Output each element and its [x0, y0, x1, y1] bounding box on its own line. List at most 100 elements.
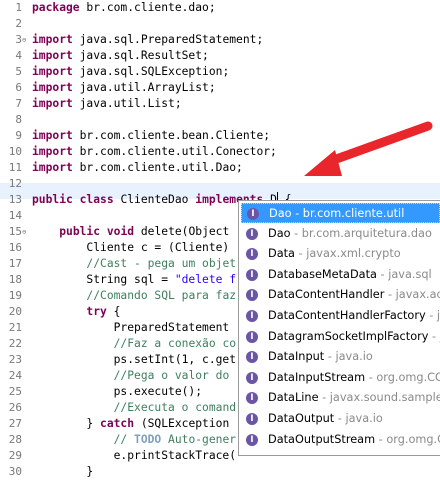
interface-icon: I [246, 330, 258, 343]
code-line[interactable]: import java.sql.PreparedStatement; [32, 32, 263, 48]
fold-toggle-icon[interactable]: ⊖ [22, 224, 28, 240]
autocomplete-item-label: Data - javax.xml.crypto [268, 244, 401, 264]
line-number: 1 [15, 1, 22, 14]
code-line[interactable]: public void delete(Object [32, 224, 229, 240]
type-name: DatagramSocketImplFactory [268, 329, 429, 343]
package-name: - org.omg.COR [368, 370, 440, 384]
autocomplete-item-label: Dao - br.com.arquitetura.dao [268, 224, 432, 244]
fold-toggle-icon[interactable]: ⊖ [22, 32, 28, 48]
code-token: ClienteDao [113, 193, 196, 206]
line-number: 26 [8, 401, 22, 414]
package-name: - javax.xml.crypto [294, 247, 401, 261]
type-name: Dao [268, 226, 291, 240]
keyword-token: class [79, 193, 114, 206]
package-name: - org.omg.CO [378, 432, 440, 446]
line-number: 3 [15, 33, 22, 46]
autocomplete-item[interactable]: I DataContentHandlerFactory - jav [241, 306, 440, 326]
autocomplete-item[interactable]: I DataOutput - java.io [241, 409, 440, 429]
interface-icon: I [246, 351, 258, 364]
autocomplete-item[interactable]: I DataOutputStream - org.omg.CO [241, 430, 440, 450]
code-line[interactable]: ps.setInt(1, c.get [32, 352, 236, 368]
autocomplete-item-label: DataContentHandler - javax.activ [268, 285, 440, 305]
line-number: 22 [8, 337, 22, 350]
code-line[interactable]: } catch (SQLException [32, 416, 229, 432]
autocomplete-item[interactable]: I DataInputStream - org.omg.COR [241, 368, 440, 388]
code-token: String sql = [32, 273, 175, 286]
interface-icon: I [246, 289, 258, 302]
autocomplete-item[interactable]: I Dao - br.com.arquitetura.dao [241, 224, 440, 244]
type-name: DataLine [268, 391, 319, 405]
autocomplete-item[interactable]: I DatagramSocketImplFactory - jav [241, 327, 440, 347]
keyword-token: import [32, 33, 73, 46]
line-number: 5 [15, 65, 22, 78]
code-line[interactable]: //Pega o valor do [32, 368, 230, 384]
code-line[interactable]: e.printStackTrace( [32, 448, 236, 464]
line-number: 4 [15, 49, 22, 62]
type-name: Data [268, 247, 295, 261]
code-line[interactable]: // TODO Auto-gener [32, 432, 236, 448]
code-token: ps.setInt(1, c.get [32, 353, 237, 366]
autocomplete-item[interactable]: I DatabaseMetaData - java.sql [241, 265, 440, 285]
code-line[interactable]: } [32, 464, 93, 480]
code-line[interactable]: //Cast - pega um objet [32, 256, 236, 272]
string-token: "delete f [174, 273, 237, 286]
code-line[interactable]: import br.com.cliente.util.Conector; [32, 144, 277, 160]
code-token: br.com.cliente.bean.Cliente; [72, 129, 271, 142]
line-number: 2 [15, 17, 22, 30]
code-line[interactable]: //Executa o comand [32, 400, 236, 416]
autocomplete-item[interactable]: I DataInput - java.io [241, 347, 440, 367]
code-token: { [106, 305, 121, 318]
code-token: br.com.cliente.dao; [79, 1, 216, 14]
code-line[interactable]: import java.sql.SQLException; [32, 64, 229, 80]
line-number: 6 [15, 81, 22, 94]
code-token: br.com.cliente.util.Dao; [72, 161, 243, 174]
package-name: - br.com.arquitetura.dao [290, 226, 432, 240]
autocomplete-item[interactable]: I Data - javax.xml.crypto [241, 244, 440, 264]
code-line[interactable]: Cliente c = (Cliente) [32, 240, 229, 256]
code-token: java.sql.SQLException; [72, 65, 230, 78]
autocomplete-item[interactable]: I DataContentHandler - javax.activ [241, 285, 440, 305]
comment-token: //Faz a conexão co [113, 337, 237, 350]
autocomplete-item[interactable]: I Dao - br.com.cliente.util [241, 203, 440, 223]
code-line[interactable]: import br.com.cliente.util.Dao; [32, 160, 243, 176]
code-line[interactable]: //Comando SQL para faz [32, 288, 236, 304]
code-line[interactable]: import java.sql.ResultSet; [32, 48, 209, 64]
keyword-token: catch [100, 417, 135, 430]
code-line[interactable]: //Faz a conexão co [32, 336, 236, 352]
keyword-token: public [59, 225, 101, 238]
code-line[interactable]: import java.util.List; [32, 96, 182, 112]
autocomplete-popup[interactable]: I Dao - br.com.cliente.util I Dao - br.com.… [238, 200, 440, 456]
package-name: - java.io [334, 412, 383, 425]
comment-token: // [113, 433, 135, 446]
code-token: java.sql.PreparedStatement; [72, 33, 264, 46]
line-number: 7 [15, 97, 22, 110]
line-number: 14 [8, 209, 22, 222]
type-name: DataContentHandlerFactory [268, 309, 426, 322]
keyword-token: import [32, 145, 73, 158]
keyword-token: import [32, 49, 73, 62]
type-name: DataInputStream [268, 370, 366, 384]
line-number: 23 [8, 353, 22, 366]
interface-icon: I [246, 392, 258, 405]
code-line[interactable]: PreparedStatement [32, 320, 230, 336]
interface-icon: I [246, 227, 258, 240]
line-number: 29 [8, 449, 22, 462]
interface-icon: I [246, 268, 258, 281]
code-line[interactable]: ps.execute(); [32, 384, 202, 400]
code-line[interactable]: String sql = "delete f [32, 272, 236, 288]
autocomplete-item[interactable]: I DataLine - javax.sound.sampled [241, 388, 440, 408]
code-line[interactable]: import java.util.ArrayList; [32, 80, 216, 96]
package-name: - javax.activ [387, 288, 440, 302]
keyword-token: import [32, 161, 73, 174]
autocomplete-item-label: DataLine - javax.sound.sampled [268, 388, 440, 408]
code-line[interactable]: try { [32, 304, 120, 320]
code-line[interactable]: import br.com.cliente.bean.Cliente; [32, 128, 270, 144]
package-name: - br.com.cliente.util [291, 207, 405, 220]
autocomplete-item-label: DatabaseMetaData - java.sql [268, 265, 432, 285]
line-number: 24 [8, 369, 22, 382]
code-line[interactable]: package br.com.cliente.dao; [32, 0, 216, 16]
